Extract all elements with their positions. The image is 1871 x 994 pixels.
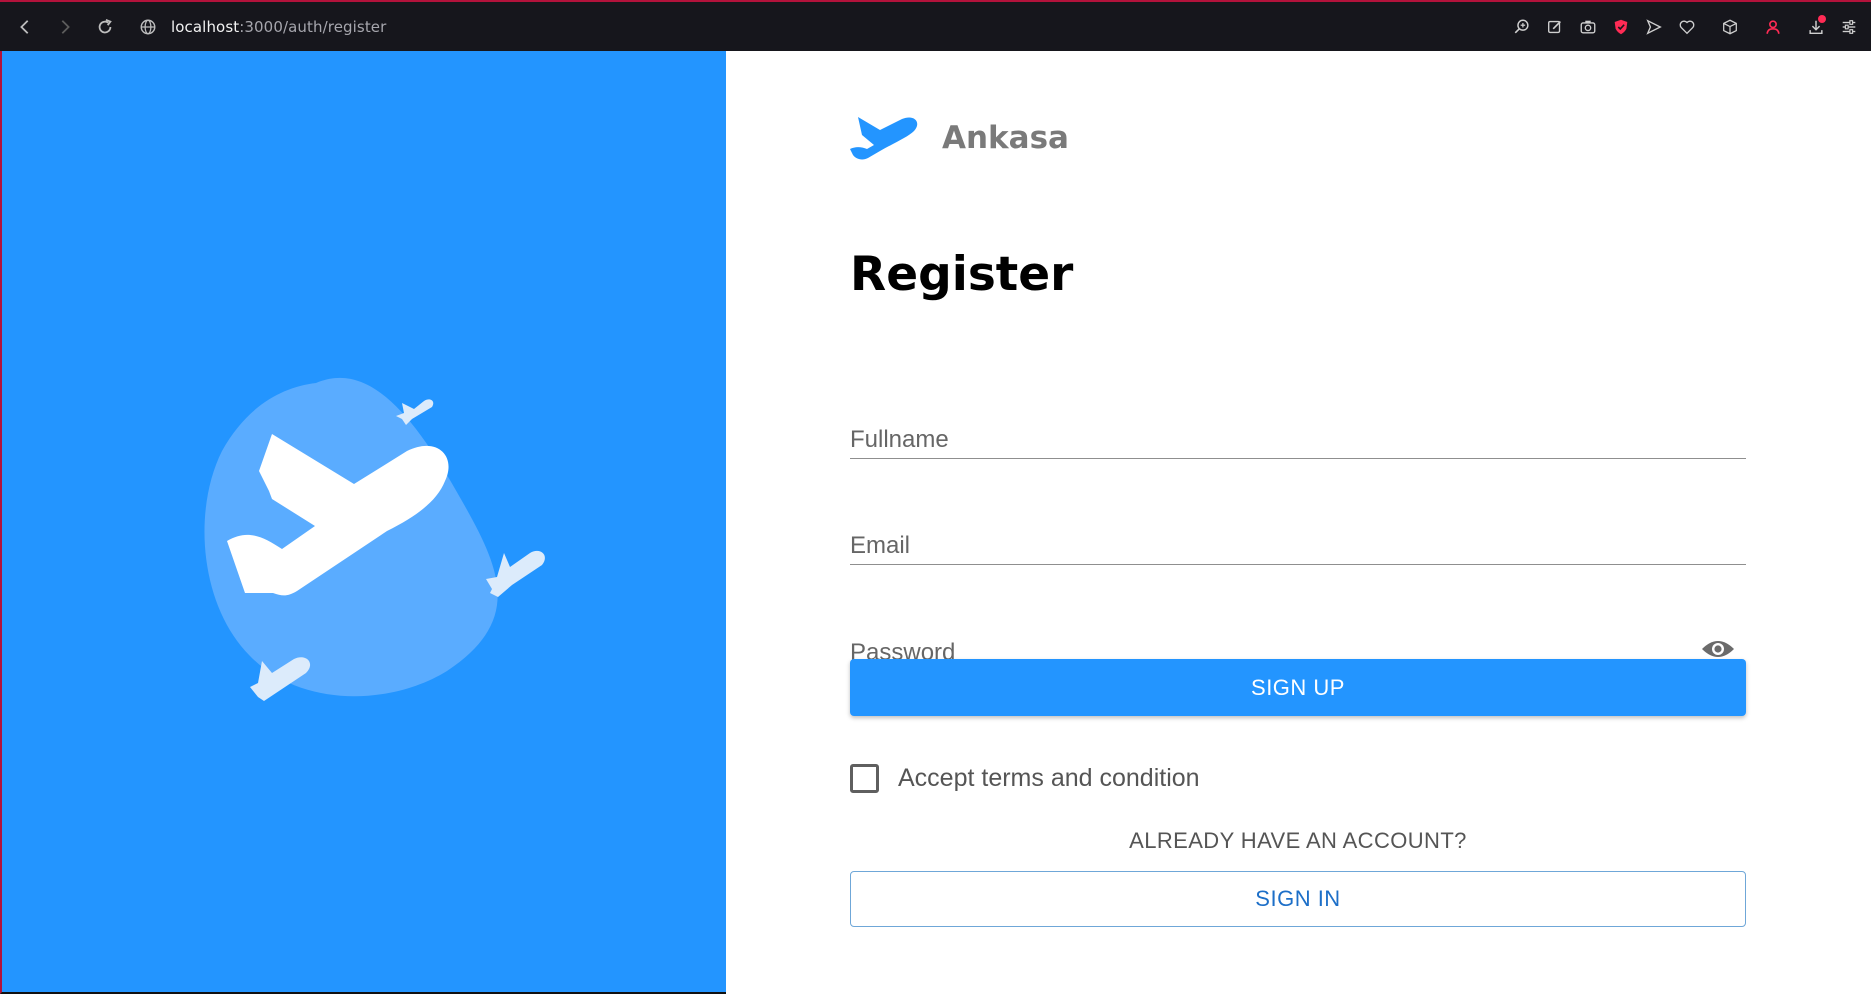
shield-icon (1614, 19, 1627, 34)
email-field-wrapper (850, 517, 1746, 565)
profile-icon (1765, 19, 1780, 34)
eye-icon (1702, 641, 1734, 657)
sign-up-button[interactable]: SIGN UP (850, 659, 1746, 716)
forward-icon (61, 19, 70, 34)
send-icon (1645, 18, 1662, 35)
screenshot-button[interactable] (1571, 10, 1604, 43)
register-panel: Ankasa Register SIGN UP Accept terms and… (726, 51, 1871, 994)
favorites-button[interactable] (1670, 10, 1703, 43)
airplanes-illustration (204, 377, 545, 701)
email-input[interactable] (850, 517, 1746, 564)
send-button[interactable] (1637, 10, 1670, 43)
have-account-text: ALREADY HAVE AN ACCOUNT? (1129, 828, 1467, 853)
shield-button[interactable] (1604, 10, 1637, 43)
url-path: :3000/auth/register (239, 17, 387, 36)
brand: Ankasa (850, 113, 1069, 163)
settings-button[interactable] (1832, 10, 1865, 43)
back-icon (20, 19, 29, 34)
edit-icon (1547, 20, 1561, 33)
download-badge (1818, 15, 1826, 23)
extensions-button[interactable] (1713, 10, 1746, 43)
site-info-icon[interactable] (139, 18, 157, 36)
cube-icon (1722, 19, 1737, 34)
browser-extension-icons (1505, 2, 1865, 51)
reload-button[interactable] (85, 7, 125, 47)
sliders-icon (1842, 19, 1855, 34)
downloads-button[interactable] (1799, 10, 1832, 43)
back-button[interactable] (5, 7, 45, 47)
zoom-icon (1514, 19, 1529, 33)
camera-icon (1580, 20, 1595, 34)
sign-in-button[interactable]: SIGN IN (850, 871, 1746, 927)
hero-panel (0, 51, 726, 994)
terms-checkbox[interactable] (850, 764, 879, 793)
reload-icon (98, 18, 112, 33)
heart-icon (1679, 19, 1694, 34)
page-title: Register (850, 247, 1074, 302)
terms-label: Accept terms and condition (898, 764, 1200, 792)
url-text[interactable]: localhost:3000/auth/register (171, 18, 386, 36)
fullname-input[interactable] (850, 411, 1746, 458)
page-content: Ankasa Register SIGN UP Accept terms and… (0, 51, 1871, 994)
forward-button[interactable] (45, 7, 85, 47)
browser-toolbar: localhost:3000/auth/register (0, 0, 1871, 51)
profile-button[interactable] (1756, 10, 1789, 43)
url-host: localhost (171, 17, 240, 36)
terms-row: Accept terms and condition (850, 764, 1200, 793)
edit-button[interactable] (1538, 10, 1571, 43)
fullname-field-wrapper (850, 411, 1746, 459)
address-bar[interactable]: localhost:3000/auth/register (139, 18, 386, 36)
brand-name: Ankasa (942, 120, 1069, 156)
zoom-button[interactable] (1505, 10, 1538, 43)
airplane-logo-icon (850, 113, 920, 163)
